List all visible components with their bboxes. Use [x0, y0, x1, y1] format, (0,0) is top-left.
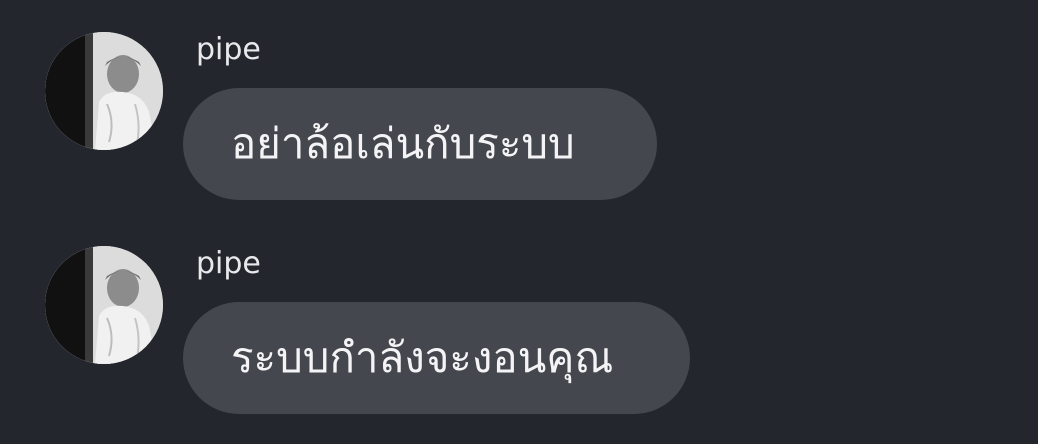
chat-message: pipe ระบบกำลังจะงอนคุณ — [0, 234, 1038, 424]
sender-name: pipe — [196, 32, 261, 67]
message-bubble[interactable]: ระบบกำลังจะงอนคุณ — [183, 302, 690, 414]
avatar[interactable] — [45, 32, 163, 150]
avatar-photo-icon — [45, 246, 163, 364]
chat-thread: pipe อย่าล้อเล่นกับระบบ pipe ระบบกำลังจะ… — [0, 0, 1038, 444]
avatar[interactable] — [45, 246, 163, 364]
avatar-photo-icon — [45, 32, 163, 150]
sender-name: pipe — [196, 246, 261, 281]
message-bubble[interactable]: อย่าล้อเล่นกับระบบ — [183, 88, 657, 200]
chat-message: pipe อย่าล้อเล่นกับระบบ — [0, 20, 1038, 210]
